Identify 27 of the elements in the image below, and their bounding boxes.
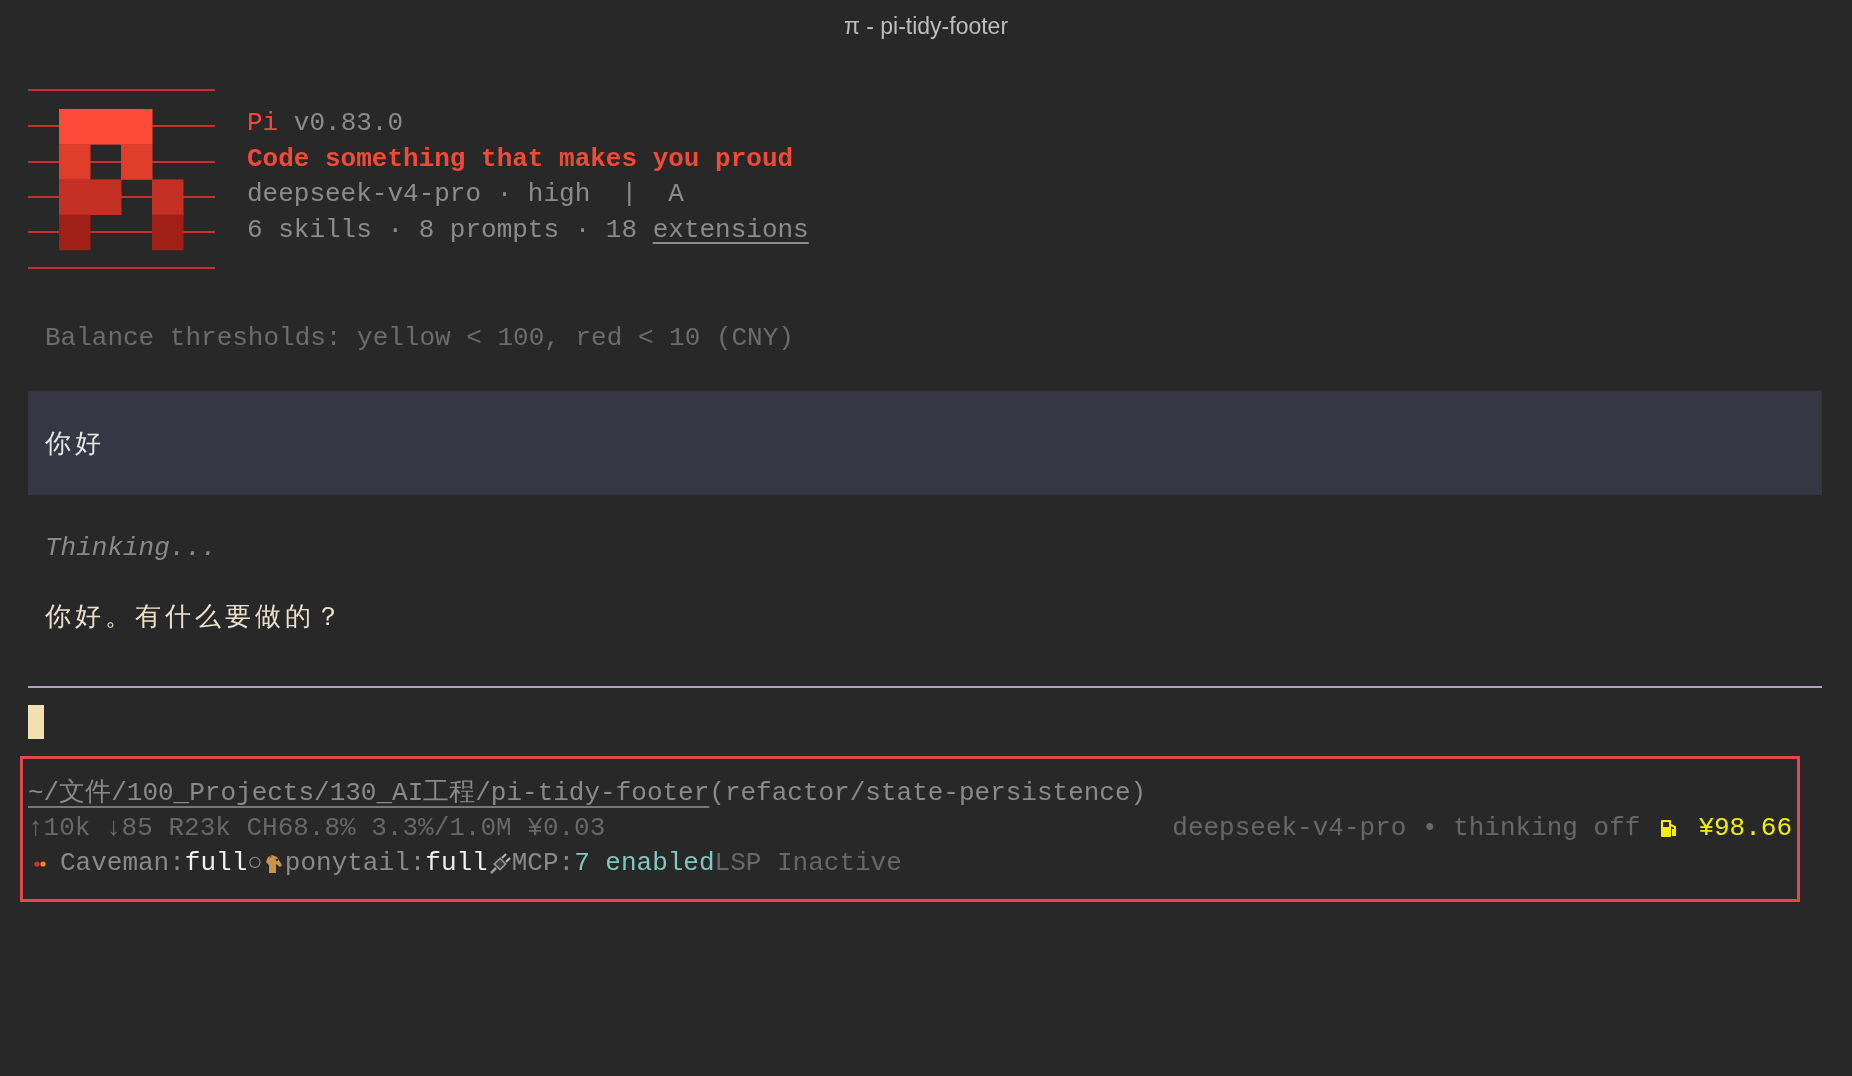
caveman-label: Caveman:: [60, 847, 185, 880]
user-message: 你好: [45, 428, 105, 461]
model-info: deepseek-v4-pro · high | A: [247, 179, 684, 209]
balance-notice: Balance thresholds: yellow < 100, red < 10 (CNY): [44, 322, 795, 355]
model-status: deepseek-v4-pro • thinking off: [1172, 812, 1641, 845]
mcp-label: MCP:: [511, 847, 575, 880]
assistant-message: 你好。有什么要做的？: [44, 602, 346, 635]
balance-amount: ¥98.66: [1698, 812, 1792, 845]
window-title: π - pi-tidy-footer: [843, 12, 1009, 40]
status-dots-icon: [34, 860, 46, 867]
separator-glyph: ○: [247, 847, 263, 880]
ponytail-mode: full: [425, 847, 488, 880]
thinking-indicator: Thinking...: [44, 532, 218, 565]
git-branch: (refactor/state-persistence): [709, 777, 1147, 810]
mcp-status: 7 enabled: [574, 847, 715, 880]
fuel-pump-icon: [1660, 818, 1679, 839]
ponytail-label: ponytail:: [284, 847, 426, 880]
resource-counts: 6 skills · 8 prompts · 18: [247, 214, 638, 245]
token-usage: ↑10k ↓85 R23k CH68.8% 3.3%/1.0M ¥0.03: [28, 812, 606, 845]
app-name: Pi: [247, 108, 279, 138]
lsp-status: LSP Inactive: [714, 847, 902, 880]
caveman-mode: full: [184, 847, 248, 880]
version-label: v0.83.0: [293, 108, 404, 138]
folder-path-link[interactable]: ~/文件/100_Projects/130_AI工程/pi-tidy-footer: [28, 776, 710, 811]
tagline: Code something that makes you proud: [247, 143, 794, 174]
text-cursor[interactable]: [28, 705, 44, 739]
extensions-link[interactable]: extensions: [652, 214, 809, 245]
